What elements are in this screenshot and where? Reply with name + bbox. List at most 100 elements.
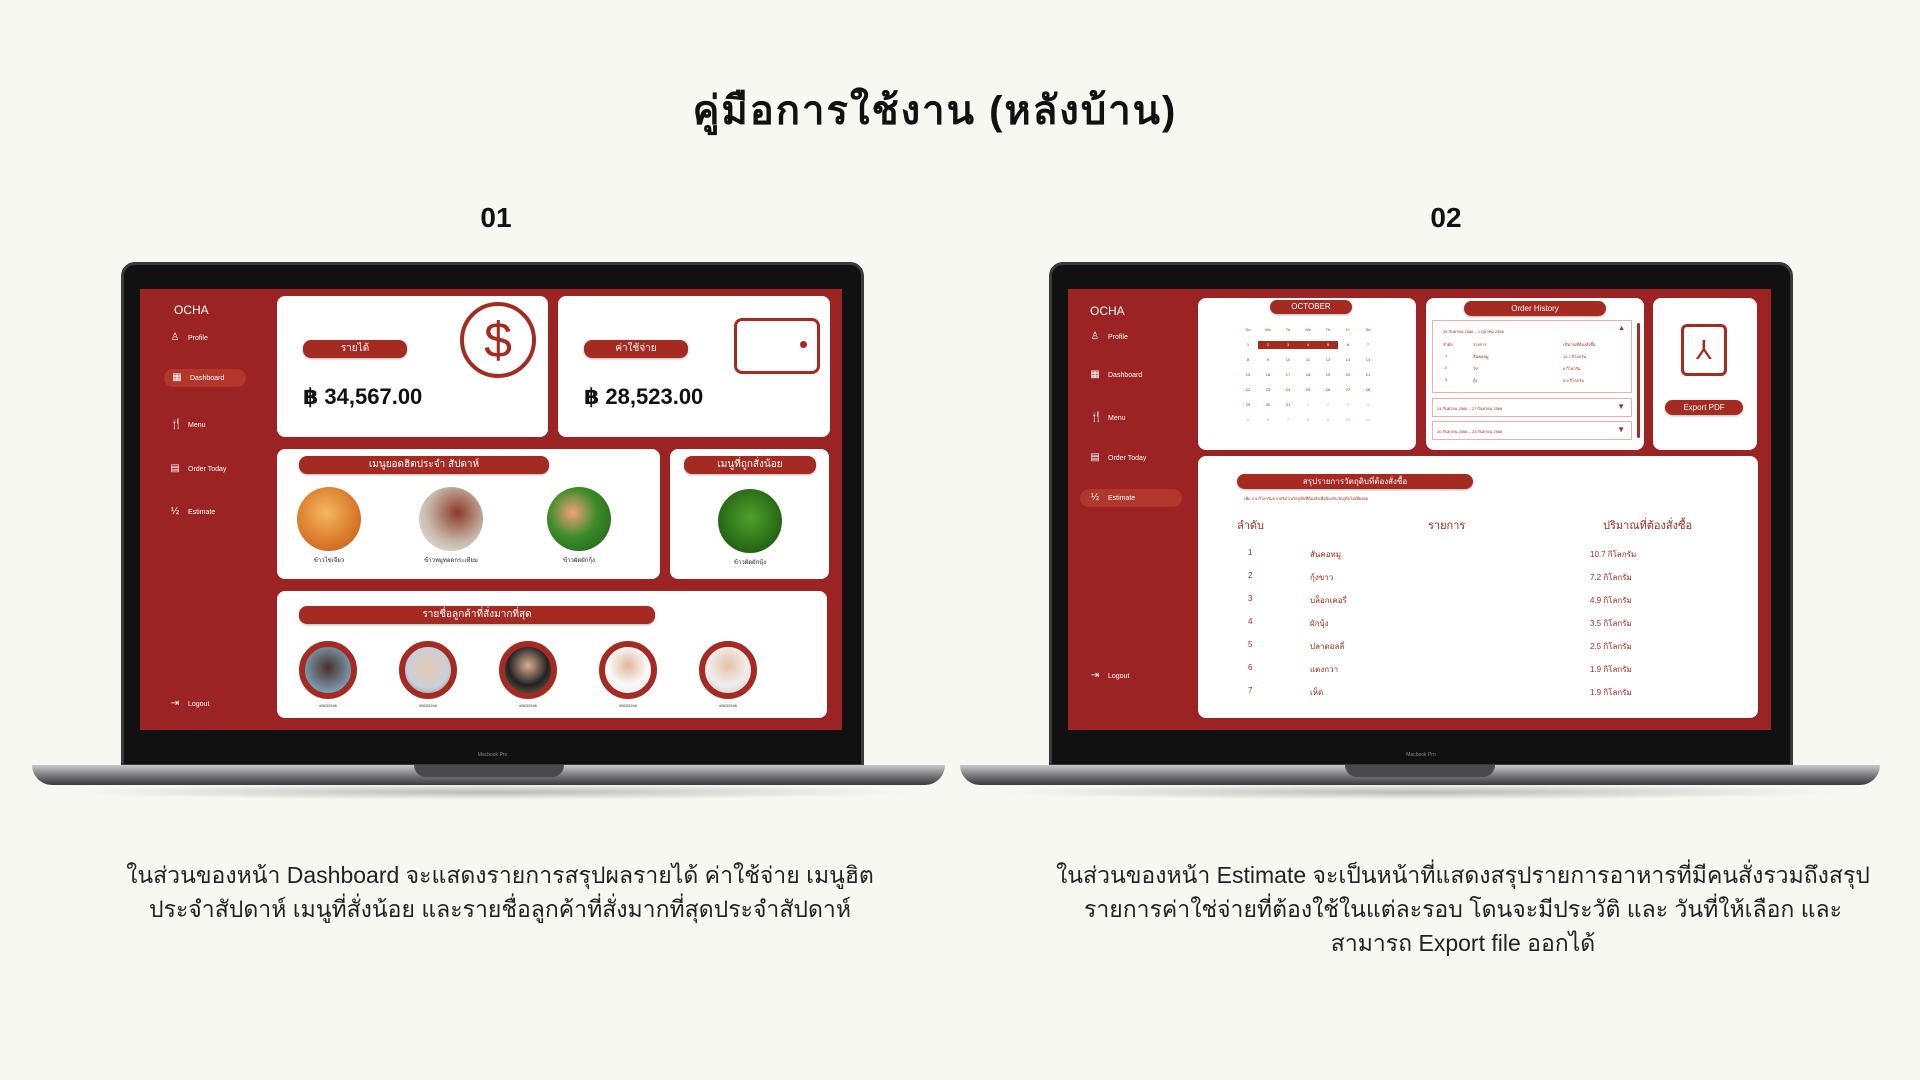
food-image[interactable] xyxy=(297,487,361,551)
calendar-day[interactable]: 26 xyxy=(1318,386,1338,394)
order-history-collapsed[interactable]: 20 กันยายน 2566 – 23 กันยายน 2566 ▼ xyxy=(1432,421,1632,440)
nav-logout[interactable]: ⇥ Logout xyxy=(170,695,210,713)
calendar-day[interactable]: 1 xyxy=(1298,401,1318,409)
calendar-day[interactable]: 8 xyxy=(1298,416,1318,424)
calendar-day[interactable]: 11 xyxy=(1358,416,1378,424)
calendar-day[interactable]: 28 xyxy=(1358,386,1378,394)
nav-logout[interactable]: ⇥ Logout xyxy=(1090,667,1130,685)
summary-cell: 3.5 กิโลกรัม xyxy=(1590,619,1632,628)
calendar-day[interactable]: 15 xyxy=(1238,371,1258,379)
customer-avatar[interactable] xyxy=(299,641,357,699)
calendar-day[interactable]: 30 xyxy=(1258,401,1278,409)
calendar-day[interactable]: 27 xyxy=(1338,386,1358,394)
calendar-day[interactable]: 4 xyxy=(1298,341,1318,349)
expand-arrow-icon[interactable]: ▼ xyxy=(1617,425,1625,434)
nav-label: Menu xyxy=(188,421,206,429)
calendar-day[interactable]: 17 xyxy=(1278,371,1298,379)
nav-profile[interactable]: ♙ Profile xyxy=(1090,328,1128,346)
customer-avatar[interactable] xyxy=(399,641,457,699)
calendar-day[interactable]: 8 xyxy=(1238,356,1258,364)
food-image[interactable] xyxy=(718,489,782,553)
calendar-day[interactable]: 3 xyxy=(1278,341,1298,349)
calendar-day[interactable]: 7 xyxy=(1358,341,1378,349)
calendar-day[interactable]: 5 xyxy=(1238,416,1258,424)
calendar-day[interactable]: 10 xyxy=(1338,416,1358,424)
user-icon: ♙ xyxy=(1090,331,1100,342)
scrollbar[interactable] xyxy=(1637,323,1640,438)
calendar-day[interactable]: 12 xyxy=(1318,356,1338,364)
order-history-open[interactable]: 28 กันยายน 2566 – 1 ตุลาคม 2566 ▲ ลำดับ ร… xyxy=(1432,320,1632,393)
history-cell: 6 กิโลกรัม xyxy=(1563,366,1581,371)
nav-estimate[interactable]: ½ Estimate xyxy=(1080,489,1182,507)
order-history-collapsed[interactable]: 24 กันยายน 2566 – 27 กันยายน 2566 ▼ xyxy=(1432,398,1632,417)
fork-knife-icon: 🍴 xyxy=(170,419,183,430)
calendar-day[interactable]: 11 xyxy=(1298,356,1318,364)
summary-cell: 2 xyxy=(1248,571,1253,580)
calendar-day[interactable]: 7 xyxy=(1278,416,1298,424)
dashboard-screen: OCHA ♙ Profile ▦ Dashboard 🍴 Menu ▤ Order To… xyxy=(140,289,842,730)
nav-order-today[interactable]: ▤ Order Today xyxy=(170,460,226,478)
summary-cell: 1.9 กิโลกรัม xyxy=(1590,665,1632,674)
expand-arrow-icon[interactable]: ▼ xyxy=(1617,402,1625,411)
food-image[interactable] xyxy=(547,487,611,551)
calendar-day[interactable]: 22 xyxy=(1238,386,1258,394)
calendar-day[interactable]: 20 xyxy=(1338,371,1358,379)
calendar-day[interactable]: 9 xyxy=(1318,416,1338,424)
weekday-label: Th xyxy=(1325,327,1331,332)
summary-cell: ปลาดอลลี่ xyxy=(1310,642,1345,651)
calendar-day[interactable]: 18 xyxy=(1298,371,1318,379)
calendar-day[interactable]: 19 xyxy=(1318,371,1338,379)
calendar-day[interactable]: 14 xyxy=(1358,356,1378,364)
calendar-day[interactable]: 3 xyxy=(1338,401,1358,409)
customer-id: #5632946 xyxy=(619,703,637,708)
order-history-card: Order History 28 กันยายน 2566 – 1 ตุลาคม… xyxy=(1426,298,1644,450)
customer-avatar[interactable] xyxy=(699,641,757,699)
calendar-day[interactable]: 24 xyxy=(1278,386,1298,394)
calendar-day[interactable]: 21 xyxy=(1358,371,1378,379)
calendar-card: OCTOBER Su Mo Tu We Th Fr Sa 1 2 3 4 5 6 7 8 9 10 11 12 13 1… xyxy=(1198,298,1416,450)
calendar-day[interactable]: 29 xyxy=(1238,401,1258,409)
calendar-day[interactable]: 13 xyxy=(1338,356,1358,364)
summary-cell: 3 xyxy=(1248,594,1253,603)
collapse-arrow-icon[interactable]: ▲ xyxy=(1618,325,1625,332)
calendar-day[interactable]: 6 xyxy=(1338,341,1358,349)
export-pdf-button[interactable]: Export PDF xyxy=(1665,400,1743,415)
customer-id: #5632946 xyxy=(519,703,537,708)
calendar-day[interactable]: 23 xyxy=(1258,386,1278,394)
calendar-day[interactable]: 2 xyxy=(1258,341,1278,349)
app-logo: OCHA xyxy=(174,303,209,317)
calendar-day[interactable]: 2 xyxy=(1318,401,1338,409)
calendar-day[interactable]: 5 xyxy=(1318,341,1338,349)
calendar-day[interactable]: 6 xyxy=(1258,416,1278,424)
top-customers-title: รายชื่อลูกค้าที่สั่งมากที่สุด xyxy=(299,606,655,624)
nav-menu[interactable]: 🍴 Menu xyxy=(1090,409,1126,427)
nav-profile[interactable]: ♙ Profile xyxy=(170,329,208,347)
calendar-day[interactable]: 25 xyxy=(1298,386,1318,394)
customer-avatar[interactable] xyxy=(499,641,557,699)
nav-order-today[interactable]: ▤ Order Today xyxy=(1090,449,1146,467)
nav-estimate[interactable]: ½ Estimate xyxy=(170,503,215,521)
order-history-title: Order History xyxy=(1464,301,1606,316)
nav-menu[interactable]: 🍴 Menu xyxy=(170,416,206,434)
calendar-day[interactable]: 16 xyxy=(1258,371,1278,379)
food-name: ข้าวหมูทอดกระเทียม xyxy=(424,558,478,564)
nav-dashboard[interactable]: ▦ Dashboard xyxy=(1090,366,1142,384)
income-value: ฿ 34,567.00 xyxy=(303,384,423,409)
top-customers-card: รายชื่อลูกค้าที่สั่งมากที่สุด #5632946 #… xyxy=(277,591,827,718)
nav-label: Estimate xyxy=(1108,494,1136,502)
least-menu-card: เมนูที่ถูกสั่งน้อย ข้าวผัดผักบุ้ง xyxy=(670,449,829,579)
dashboard-icon: ▦ xyxy=(172,372,182,383)
customer-id: #5632946 xyxy=(419,703,437,708)
calendar-day[interactable]: 1 xyxy=(1238,341,1258,349)
customer-id: #5632946 xyxy=(319,703,337,708)
calendar-day[interactable]: 4 xyxy=(1358,401,1378,409)
calendar-day[interactable]: 31 xyxy=(1278,401,1298,409)
customer-avatar[interactable] xyxy=(599,641,657,699)
calendar-day[interactable]: 10 xyxy=(1278,356,1298,364)
nav-dashboard[interactable]: ▦ Dashboard xyxy=(164,369,246,387)
nav-label: Logout xyxy=(1108,672,1130,680)
summary-cell: 1 xyxy=(1248,548,1253,557)
history-cell: 5.5 กิโลกรัม xyxy=(1563,378,1584,383)
calendar-day[interactable]: 9 xyxy=(1258,356,1278,364)
food-image[interactable] xyxy=(419,487,483,551)
